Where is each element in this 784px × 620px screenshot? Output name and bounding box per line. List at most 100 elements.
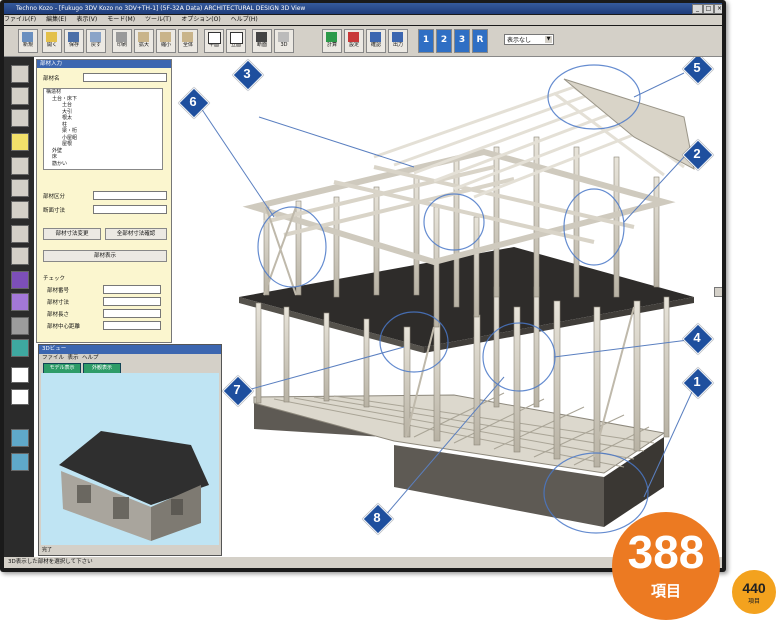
pan-tool-button[interactable] — [11, 201, 29, 219]
purple-tool-button-2[interactable] — [11, 293, 29, 311]
grey-tool-button[interactable] — [11, 317, 29, 335]
print-icon — [116, 32, 127, 42]
menu-options[interactable]: オプション(O) — [181, 16, 220, 23]
info-tool-button[interactable] — [11, 453, 29, 471]
frame-tool-button[interactable] — [11, 225, 29, 243]
toolbar-save-button[interactable]: 保存 — [64, 29, 84, 53]
zoom-out-icon — [160, 32, 171, 42]
check-row-field[interactable] — [103, 309, 161, 318]
window-title: Techno Kozo - [Fukugo 3DV Kozo no 3DV+TH… — [16, 5, 306, 12]
print-tool-button[interactable] — [11, 389, 29, 405]
callout-7: 7 — [222, 375, 254, 407]
grid-icon — [392, 32, 403, 42]
text-tool-button[interactable] — [11, 367, 29, 383]
toolbar-open-button[interactable]: 開く — [42, 29, 62, 53]
toolbar-section-button[interactable]: 断面 — [252, 29, 272, 53]
subwindow-title: 3Dビュー — [39, 345, 221, 354]
toolbar-output-button[interactable]: 出力 — [388, 29, 408, 53]
floor-1-button[interactable]: 1 — [418, 29, 434, 53]
item-count-badge: 388 項目 — [612, 512, 720, 620]
submenu-view[interactable]: 表示 — [68, 355, 79, 361]
zoom-tool-button[interactable] — [11, 179, 29, 197]
toolbar-3d-button[interactable]: 3D — [274, 29, 294, 53]
teal-tool-button[interactable] — [11, 339, 29, 357]
submenu-file[interactable]: ファイル — [42, 355, 64, 361]
item-count-badge-small: 440 項目 — [730, 568, 778, 616]
member-kind-select[interactable] — [93, 191, 167, 200]
minimize-button[interactable]: _ — [692, 4, 703, 14]
member-name-label: 部材名 — [43, 76, 60, 82]
menu-mode[interactable]: モード(M) — [107, 16, 135, 23]
new-icon — [22, 32, 33, 42]
section-size-field[interactable] — [93, 205, 167, 214]
submenu-help[interactable]: ヘルプ — [82, 355, 99, 361]
toolbar-zoom-out-button[interactable]: 縮小 — [156, 29, 176, 53]
callout-1: 1 — [682, 367, 714, 399]
panel-title: 部材入力 — [37, 60, 171, 68]
scroll-handle[interactable] — [714, 287, 722, 297]
toolbar-calc-button[interactable]: 計算 — [322, 29, 342, 53]
change-size-button[interactable]: 部材寸法変更 — [43, 228, 101, 240]
toolbar-zoom-in-button[interactable]: 拡大 — [134, 29, 154, 53]
help-tool-button[interactable] — [11, 429, 29, 447]
close-button[interactable]: × — [714, 4, 722, 14]
check-all-button[interactable]: 全部材寸法確認 — [105, 228, 167, 240]
floor-3-button[interactable]: 3 — [454, 29, 470, 53]
toolbar-plan-button[interactable]: 平面 — [204, 29, 224, 53]
zoom-in-icon — [138, 32, 149, 42]
toolbar-settings-button[interactable]: 設定 — [344, 29, 364, 53]
menu-view[interactable]: 表示(V) — [76, 16, 97, 23]
item-count-small-unit: 項目 — [747, 599, 760, 605]
callout-3: 3 — [232, 59, 264, 91]
callout-4: 4 — [682, 323, 714, 355]
plan-icon — [208, 32, 221, 44]
floor-r-button[interactable]: R — [472, 29, 488, 53]
toolbar-undo-button[interactable]: 戻す — [86, 29, 106, 53]
chevron-down-icon: ▼ — [545, 36, 552, 43]
toolbar-new-button[interactable]: 新規 — [18, 29, 38, 53]
toolbar-fit-button[interactable]: 全体 — [178, 29, 198, 53]
check-row-field[interactable] — [103, 321, 161, 330]
toolbar-confirm-button[interactable]: 確認 — [366, 29, 386, 53]
section-icon — [256, 32, 267, 42]
left-tool-bar — [4, 57, 34, 557]
check-row-label: 部材番号 — [47, 288, 70, 294]
folder-icon — [46, 32, 57, 42]
member-tool-button[interactable] — [11, 109, 29, 127]
move-tool-button[interactable] — [11, 87, 29, 105]
box-tool-button[interactable] — [11, 247, 29, 265]
check-row-field[interactable] — [103, 297, 161, 306]
menu-file[interactable]: ファイル(F) — [4, 16, 36, 23]
rotate-tool-button[interactable] — [11, 157, 29, 175]
tree-item[interactable]: 筋かい — [44, 161, 162, 168]
exterior-3d-view[interactable] — [41, 373, 219, 545]
menu-bar: ファイル(F) 編集(E) 表示(V) モード(M) ツール(T) オプション(… — [4, 15, 722, 25]
toolbar-elevation-button[interactable]: 立面 — [226, 29, 246, 53]
menu-tools[interactable]: ツール(T) — [145, 16, 171, 23]
member-tree[interactable]: 構造材 土台・床下 土台 大引 根太 柱 梁・桁 小屋組 屋根 外壁 床 筋かい — [43, 88, 163, 170]
input-tool-button[interactable] — [11, 133, 29, 151]
select-tool-button[interactable] — [11, 65, 29, 83]
check-icon — [326, 32, 337, 42]
member-kind-label: 部材区分 — [43, 194, 66, 200]
view-select[interactable]: 表示なし ▼ — [504, 34, 554, 45]
purple-tool-button[interactable] — [11, 271, 29, 289]
menu-edit[interactable]: 編集(E) — [46, 16, 66, 23]
view-select-value: 表示なし — [507, 37, 532, 44]
subwindow-status: 完了 — [42, 547, 53, 553]
display-member-button[interactable]: 部材表示 — [43, 250, 167, 262]
floor-2-button[interactable]: 2 — [436, 29, 452, 53]
item-count: 388 — [627, 526, 705, 578]
exterior-3d-window: 3Dビュー ファイル 表示 ヘルプ モデル表示 外観表示 完了 — [38, 344, 222, 556]
member-input-panel: 部材入力 部材名 構造材 土台・床下 土台 大引 根太 柱 梁・桁 小屋組 屋根… — [36, 59, 172, 343]
callout-8: 8 — [362, 503, 394, 535]
menu-help[interactable]: ヘルプ(H) — [231, 16, 258, 23]
callout-6: 6 — [178, 87, 210, 119]
toolbar-print-button[interactable]: 印刷 — [112, 29, 132, 53]
cube-icon — [278, 32, 289, 42]
section-size-label: 断面寸法 — [43, 208, 66, 214]
maximize-button[interactable]: □ — [703, 4, 714, 14]
check-row-field[interactable] — [103, 285, 161, 294]
member-name-field[interactable] — [83, 73, 167, 82]
callout-2: 2 — [682, 139, 714, 171]
